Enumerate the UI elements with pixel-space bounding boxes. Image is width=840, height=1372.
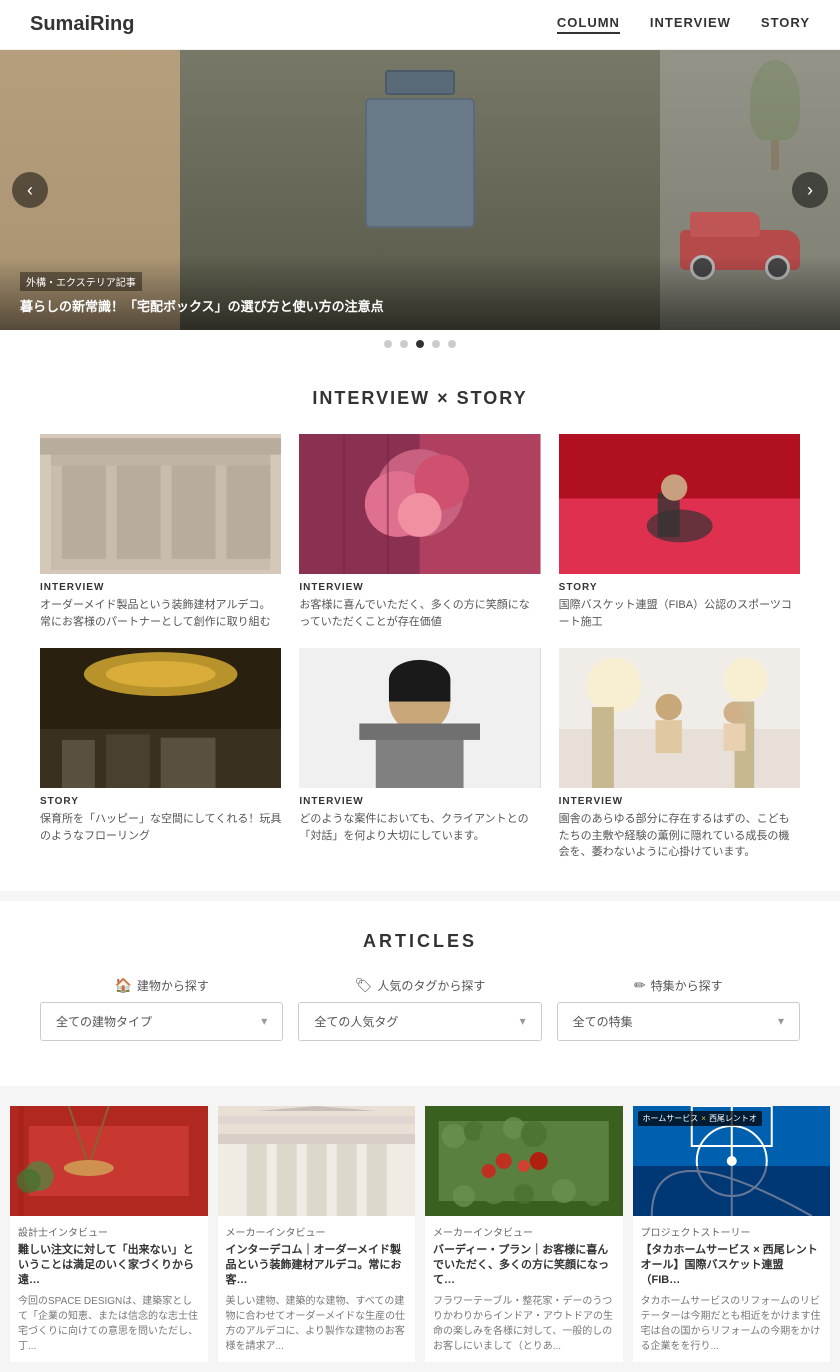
card-3-category: STORY [559, 582, 800, 593]
interview-story-title: INTERVIEW × STORY [40, 388, 800, 409]
bottom-card-4-badge: ホームサービス × 西尾レントオ [638, 1111, 762, 1126]
bottom-card-3-category: メーカーインタビュー [433, 1224, 615, 1239]
card-2-image [299, 434, 540, 574]
hero-dots [0, 330, 840, 358]
filter-building-label: 🏠 建物から探す [114, 977, 208, 994]
chevron-down-icon-2: ▾ [520, 1014, 526, 1028]
bottom-card-3-body: メーカーインタビュー バーディー・プラン｜お客様に喜んでいただく、多くの方に笑顔… [425, 1216, 623, 1362]
bottom-card-1-image [10, 1106, 208, 1216]
tag-icon: 🏷 [355, 977, 373, 994]
nav-story[interactable]: STORY [761, 15, 810, 34]
bottom-card-4-desc: タカホームサービスのリフォームのリビテーターは今期だとも相近をかけます住宅は台の… [641, 1294, 823, 1354]
card-3-desc: 国際バスケット連盟（FIBA）公認のスポーツコート施工 [559, 597, 800, 630]
filter-special-select[interactable]: 全ての特集 ▾ [557, 1002, 800, 1041]
chevron-down-icon: ▾ [261, 1014, 267, 1028]
bottom-card-3[interactable]: メーカーインタビュー バーディー・プラン｜お客様に喜んでいただく、多くの方に笑顔… [425, 1106, 623, 1362]
hero-slider: 外構・エクステリア記事 暮らしの新常識！「宅配ボックス」の選び方と使い方の注意点… [0, 50, 840, 330]
bottom-card-4-body: プロジェクトストーリー 【タカホームサービス × 西尾レントオール】国際バスケッ… [633, 1216, 831, 1362]
filter-special-label: ✏ 特集から探す [634, 977, 723, 994]
card-5[interactable]: INTERVIEW どのような案件においても、クライアントとの「対話」を何より大… [299, 648, 540, 861]
filter-tags-select[interactable]: 全ての人気タグ ▾ [298, 1002, 541, 1041]
nav-column[interactable]: COLUMN [557, 15, 620, 34]
card-2-desc: お客様に喜んでいただく、多くの方に笑顔になっていただくことが存在価値 [299, 597, 540, 630]
bottom-card-4-image: ホームサービス × 西尾レントオ [633, 1106, 831, 1216]
dot-4[interactable] [432, 340, 440, 348]
chevron-down-icon-3: ▾ [778, 1014, 784, 1028]
hero-tag: 外構・エクステリア記事 [20, 272, 142, 291]
bottom-card-4[interactable]: ホームサービス × 西尾レントオ プロジェクトストーリー 【タカホームサービス … [633, 1106, 831, 1362]
card-4-desc: 保育所を「ハッピー」な空間にしてくれる！玩具のようなフローリング [40, 811, 281, 844]
bottom-card-3-image [425, 1106, 623, 1216]
card-3[interactable]: STORY 国際バスケット連盟（FIBA）公認のスポーツコート施工 [559, 434, 800, 630]
interview-story-section: INTERVIEW × STORY INTERVIEW オーダーメイド製品という… [0, 358, 840, 891]
building-icon: 🏠 [114, 977, 131, 994]
filter-building-select[interactable]: 全ての建物タイプ ▾ [40, 1002, 283, 1041]
bottom-cards: 設計士インタビュー 難しい注文に対して「出来ない」ということは満足のいく家づくり… [0, 1096, 840, 1372]
filter-tags: 🏷 人気のタグから探す 全ての人気タグ ▾ [298, 977, 541, 1041]
filter-building: 🏠 建物から探す 全ての建物タイプ ▾ [40, 977, 283, 1041]
card-6-image [559, 648, 800, 788]
bottom-card-1-body: 設計士インタビュー 難しい注文に対して「出来ない」ということは満足のいく家づくり… [10, 1216, 208, 1362]
bottom-card-3-title: バーディー・プラン｜お客様に喜んでいただく、多くの方に笑顔になって… [433, 1243, 615, 1289]
bottom-card-1-desc: 今回のSPACE DESIGNは、建築家として「企業の知恵、または信念的な志士住… [18, 1294, 200, 1354]
card-6-category: INTERVIEW [559, 796, 800, 807]
bottom-card-2-desc: 美しい建物、建築的な建物、すべての建物に合わせてオーダーメイドな生産の仕方のアル… [226, 1294, 408, 1354]
card-4-image [40, 648, 281, 788]
bottom-card-1-category: 設計士インタビュー [18, 1224, 200, 1239]
nav-interview[interactable]: INTERVIEW [650, 15, 731, 34]
bottom-card-4-category: プロジェクトストーリー [641, 1224, 823, 1239]
hero-prev-button[interactable]: ‹ [12, 172, 48, 208]
card-1-category: INTERVIEW [40, 582, 281, 593]
filter-tags-label: 🏷 人気のタグから探す [355, 977, 486, 994]
dot-2[interactable] [400, 340, 408, 348]
card-5-image [299, 648, 540, 788]
card-3-image [559, 434, 800, 574]
card-6[interactable]: INTERVIEW 園舎のあらゆる部分に存在するはずの、こどもたちの主敷や経験の… [559, 648, 800, 861]
nav: COLUMN INTERVIEW STORY [557, 15, 810, 34]
bottom-card-2-image [218, 1106, 416, 1216]
card-1-desc: オーダーメイド製品という装飾建材アルデコ。常にお客様のパートナーとして創作に取り… [40, 597, 281, 630]
card-6-desc: 園舎のあらゆる部分に存在するはずの、こどもたちの主敷や経験の薫例に隠れている成長… [559, 811, 800, 861]
interview-story-grid: INTERVIEW オーダーメイド製品という装飾建材アルデコ。常にお客様のパート… [40, 434, 800, 861]
bottom-card-3-desc: フラワーテーブル・整花家・デーのうつりかわりからインドア・アウトドアの生命の楽し… [433, 1294, 615, 1354]
dot-5[interactable] [448, 340, 456, 348]
bottom-card-2[interactable]: メーカーインタビュー インターデコム｜オーダーメイド製品という装飾建材アルデコ。… [218, 1106, 416, 1362]
hero-next-button[interactable]: › [792, 172, 828, 208]
card-4-category: STORY [40, 796, 281, 807]
bottom-card-1[interactable]: 設計士インタビュー 難しい注文に対して「出来ない」ということは満足のいく家づくり… [10, 1106, 208, 1362]
dot-3[interactable] [416, 340, 424, 348]
articles-title: ARTICLES [40, 931, 800, 952]
card-2[interactable]: INTERVIEW お客様に喜んでいただく、多くの方に笑顔になっていただくことが… [299, 434, 540, 630]
bottom-card-1-title: 難しい注文に対して「出来ない」ということは満足のいく家づくりから遠… [18, 1243, 200, 1289]
card-4[interactable]: STORY 保育所を「ハッピー」な空間にしてくれる！玩具のようなフローリング [40, 648, 281, 861]
card-5-category: INTERVIEW [299, 796, 540, 807]
articles-section: ARTICLES 🏠 建物から探す 全ての建物タイプ ▾ 🏷 人気のタグから探す… [0, 901, 840, 1086]
filter-special: ✏ 特集から探す 全ての特集 ▾ [557, 977, 800, 1041]
card-1[interactable]: INTERVIEW オーダーメイド製品という装飾建材アルデコ。常にお客様のパート… [40, 434, 281, 630]
filter-row: 🏠 建物から探す 全ての建物タイプ ▾ 🏷 人気のタグから探す 全ての人気タグ … [40, 977, 800, 1041]
header: SumaiRing COLUMN INTERVIEW STORY [0, 0, 840, 50]
logo[interactable]: SumaiRing [30, 13, 134, 36]
card-1-image [40, 434, 281, 574]
bottom-card-2-category: メーカーインタビュー [226, 1224, 408, 1239]
bottom-card-4-title: 【タカホームサービス × 西尾レントオール】国際バスケット連盟（FIB… [641, 1243, 823, 1289]
bottom-card-2-body: メーカーインタビュー インターデコム｜オーダーメイド製品という装飾建材アルデコ。… [218, 1216, 416, 1362]
card-5-desc: どのような案件においても、クライアントとの「対話」を何より大切にしています。 [299, 811, 540, 844]
dot-1[interactable] [384, 340, 392, 348]
pencil-icon: ✏ [634, 977, 646, 994]
hero-caption: 外構・エクステリア記事 暮らしの新常識！「宅配ボックス」の選び方と使い方の注意点 [0, 257, 840, 330]
card-2-category: INTERVIEW [299, 582, 540, 593]
hero-title: 暮らしの新常識！「宅配ボックス」の選び方と使い方の注意点 [20, 296, 820, 315]
bottom-card-2-title: インターデコム｜オーダーメイド製品という装飾建材アルデコ。常にお客… [226, 1243, 408, 1289]
